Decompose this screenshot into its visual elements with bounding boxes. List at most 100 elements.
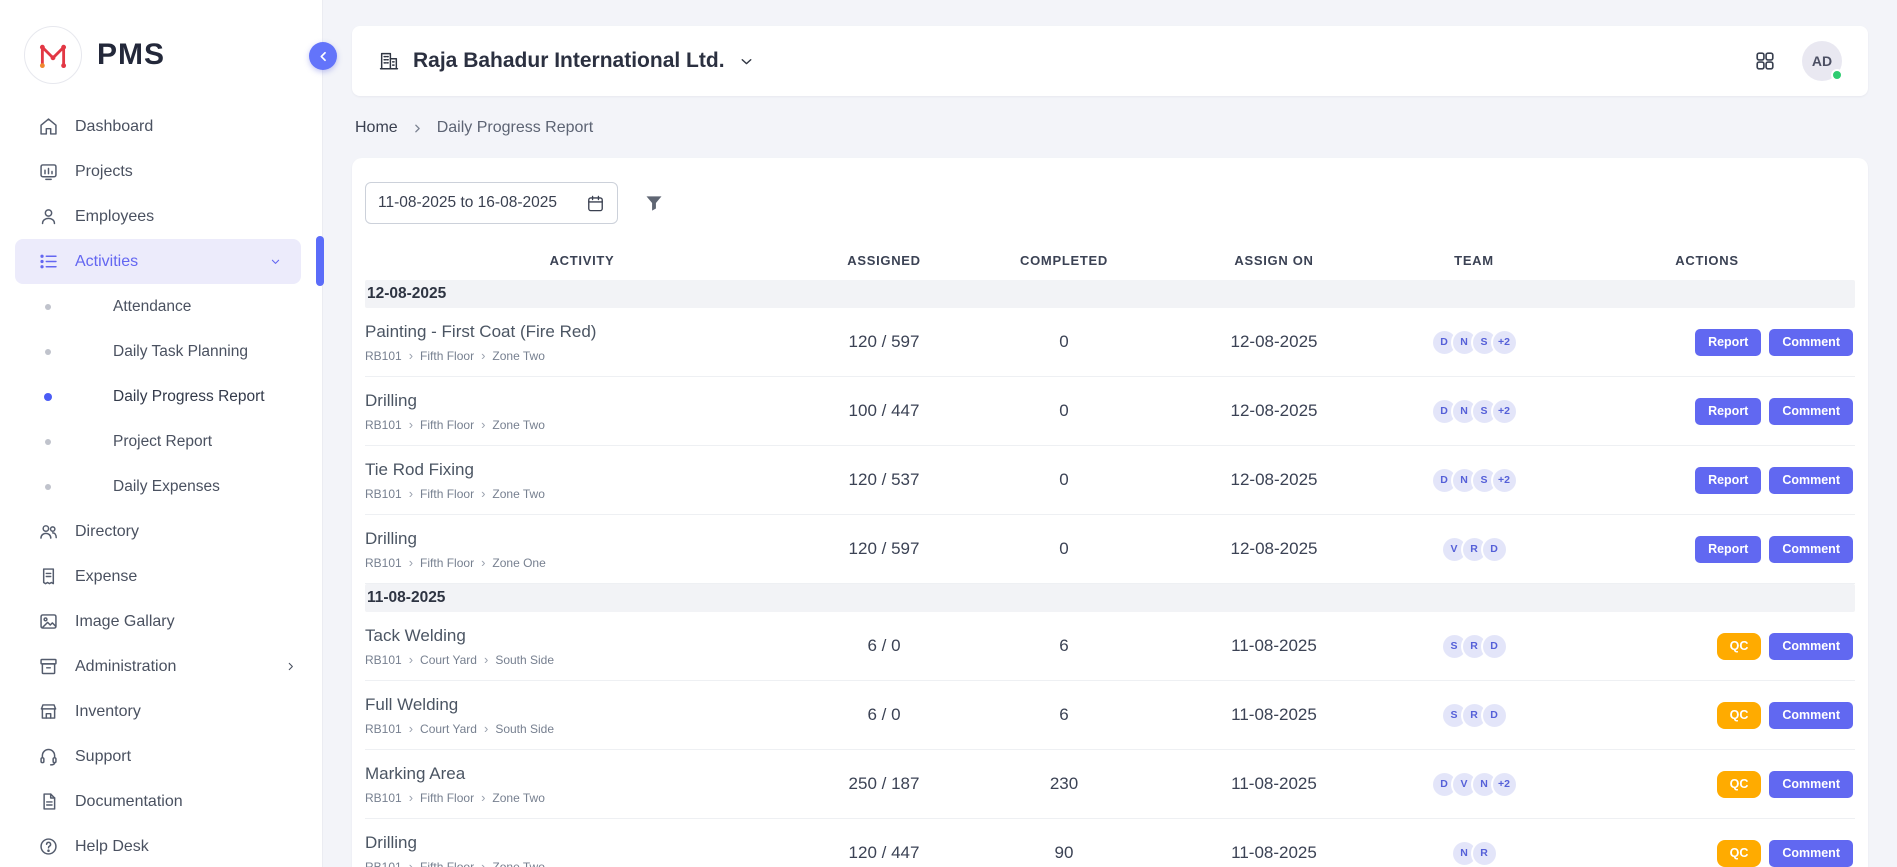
location-segment: South Side bbox=[495, 653, 554, 667]
location-segment: RB101 bbox=[365, 418, 402, 432]
comment-button[interactable]: Comment bbox=[1769, 633, 1853, 660]
comment-button[interactable]: Comment bbox=[1769, 840, 1853, 867]
team-more-badge[interactable]: +2 bbox=[1491, 771, 1518, 798]
chevron-down-icon bbox=[268, 254, 283, 269]
sidebar-collapse-button[interactable] bbox=[309, 42, 337, 70]
helpdesk-icon bbox=[37, 836, 59, 858]
sidebar-subitem-label: Project Report bbox=[113, 433, 212, 451]
online-status-dot bbox=[1831, 69, 1843, 81]
sidebar-subitem-daily-progress-report[interactable]: Daily Progress Report bbox=[0, 374, 322, 419]
sidebar-item-expense[interactable]: Expense bbox=[0, 554, 322, 599]
sidebar-item-support[interactable]: Support bbox=[0, 734, 322, 779]
chevron-right-icon: › bbox=[481, 349, 485, 362]
team-avatar[interactable]: D bbox=[1481, 702, 1508, 729]
report-button[interactable]: Report bbox=[1695, 536, 1761, 563]
comment-button[interactable]: Comment bbox=[1769, 771, 1853, 798]
comment-button[interactable]: Comment bbox=[1769, 398, 1853, 425]
sidebar-subitem-project-report[interactable]: Project Report bbox=[0, 419, 322, 464]
app-logo: PMS bbox=[0, 0, 322, 104]
sidebar-subitem-daily-expenses[interactable]: Daily Expenses bbox=[0, 464, 322, 509]
sidebar-nav: DashboardProjects Employees ActivitiesAtte… bbox=[0, 104, 322, 867]
sidebar-subitem-label: Daily Expenses bbox=[113, 478, 220, 496]
completed-value: 0 bbox=[969, 539, 1159, 559]
qc-button[interactable]: QC bbox=[1717, 702, 1762, 729]
sidebar-subitem-attendance[interactable]: Attendance bbox=[0, 284, 322, 329]
assign-on-value: 11-08-2025 bbox=[1159, 705, 1389, 725]
activity-location: RB101›Fifth Floor›Zone Two bbox=[365, 487, 789, 501]
team-avatars: SRD bbox=[1389, 702, 1559, 729]
sidebar-item-help-desk[interactable]: Help Desk bbox=[0, 824, 322, 867]
directory-icon bbox=[37, 521, 59, 543]
team-avatars: DNS+2 bbox=[1389, 329, 1559, 356]
comment-button[interactable]: Comment bbox=[1769, 536, 1853, 563]
sidebar-item-activities[interactable]: Activities bbox=[15, 239, 301, 284]
calendar-icon bbox=[586, 194, 605, 213]
activity-cell: Tie Rod Fixing RB101›Fifth Floor›Zone Two bbox=[365, 460, 799, 501]
sidebar-item-inventory[interactable]: Inventory bbox=[0, 689, 322, 734]
assigned-value: 120 / 597 bbox=[799, 332, 969, 352]
team-more-badge[interactable]: +2 bbox=[1491, 329, 1518, 356]
sidebar-item-employees[interactable]: Employees bbox=[0, 194, 322, 239]
qc-button[interactable]: QC bbox=[1717, 633, 1762, 660]
report-button[interactable]: Report bbox=[1695, 467, 1761, 494]
completed-value: 0 bbox=[969, 332, 1159, 352]
team-avatar[interactable]: R bbox=[1471, 840, 1498, 867]
chevron-right-icon: › bbox=[409, 556, 413, 569]
activity-cell: Marking AreaRB101›Fifth Floor›Zone Two bbox=[365, 764, 799, 805]
assigned-value: 120 / 447 bbox=[799, 843, 969, 863]
activities-icon bbox=[37, 251, 59, 273]
sidebar-item-administration[interactable]: Administration bbox=[0, 644, 322, 689]
column-header-assigned: ASSIGNED bbox=[799, 253, 969, 268]
user-menu[interactable]: AD bbox=[1802, 41, 1842, 81]
team-avatars: DNS+2 bbox=[1389, 398, 1559, 425]
table-row: Painting - First Coat (Fire Red)RB101›Fi… bbox=[365, 308, 1855, 377]
activity-title: Drilling bbox=[365, 833, 789, 853]
sidebar-subitem-daily-task-planning[interactable]: Daily Task Planning bbox=[0, 329, 322, 374]
table-row: Tie Rod Fixing RB101›Fifth Floor›Zone Two… bbox=[365, 446, 1855, 515]
location-segment: South Side bbox=[495, 722, 554, 736]
table-row: Marking AreaRB101›Fifth Floor›Zone Two25… bbox=[365, 750, 1855, 819]
comment-button[interactable]: Comment bbox=[1769, 467, 1853, 494]
team-more-badge[interactable]: +2 bbox=[1491, 398, 1518, 425]
apps-grid-button[interactable] bbox=[1754, 50, 1776, 72]
sidebar-item-image-gallary[interactable]: Image Gallary bbox=[0, 599, 322, 644]
row-actions: QC Comment bbox=[1559, 840, 1855, 867]
comment-button[interactable]: Comment bbox=[1769, 329, 1853, 356]
filter-button[interactable] bbox=[644, 193, 664, 213]
sidebar-item-label: Documentation bbox=[75, 793, 183, 811]
location-segment: Zone Two bbox=[492, 487, 544, 501]
location-segment: Fifth Floor bbox=[420, 556, 474, 570]
row-actions: Report Comment bbox=[1559, 536, 1855, 563]
activity-cell: DrillingRB101›Fifth Floor›Zone One bbox=[365, 529, 799, 570]
location-segment: Fifth Floor bbox=[420, 487, 474, 501]
row-actions: Report Comment bbox=[1559, 467, 1855, 494]
date-range-input[interactable]: 11-08-2025 to 16-08-2025 bbox=[365, 182, 618, 224]
group-date-header: 12-08-2025 bbox=[365, 280, 1855, 308]
completed-value: 90 bbox=[969, 843, 1159, 863]
team-avatar[interactable]: D bbox=[1481, 633, 1508, 660]
sidebar-item-dashboard[interactable]: Dashboard bbox=[0, 104, 322, 149]
breadcrumb-home[interactable]: Home bbox=[355, 119, 398, 137]
sidebar-item-documentation[interactable]: Documentation bbox=[0, 779, 322, 824]
team-more-badge[interactable]: +2 bbox=[1491, 467, 1518, 494]
qc-button[interactable]: QC bbox=[1717, 840, 1762, 867]
qc-button[interactable]: QC bbox=[1717, 771, 1762, 798]
activity-location: RB101›Fifth Floor›Zone Two bbox=[365, 791, 789, 805]
team-avatar[interactable]: D bbox=[1481, 536, 1508, 563]
activity-title: Tie Rod Fixing bbox=[365, 460, 789, 480]
sidebar-item-label: Employees bbox=[75, 208, 154, 226]
assigned-value: 120 / 597 bbox=[799, 539, 969, 559]
sidebar-item-label: Administration bbox=[75, 658, 176, 676]
sidebar-item-projects[interactable]: Projects bbox=[0, 149, 322, 194]
report-button[interactable]: Report bbox=[1695, 329, 1761, 356]
location-segment: RB101 bbox=[365, 653, 402, 667]
comment-button[interactable]: Comment bbox=[1769, 702, 1853, 729]
column-header-completed: COMPLETED bbox=[969, 253, 1159, 268]
activity-title: Drilling bbox=[365, 391, 789, 411]
activity-title: Tack Welding bbox=[365, 626, 789, 646]
column-header-activity: ACTIVITY bbox=[365, 253, 799, 268]
sidebar-item-directory[interactable]: Directory bbox=[0, 509, 322, 554]
chevron-right-icon: › bbox=[484, 722, 488, 735]
report-button[interactable]: Report bbox=[1695, 398, 1761, 425]
company-selector[interactable]: Raja Bahadur International Ltd. bbox=[378, 49, 755, 73]
